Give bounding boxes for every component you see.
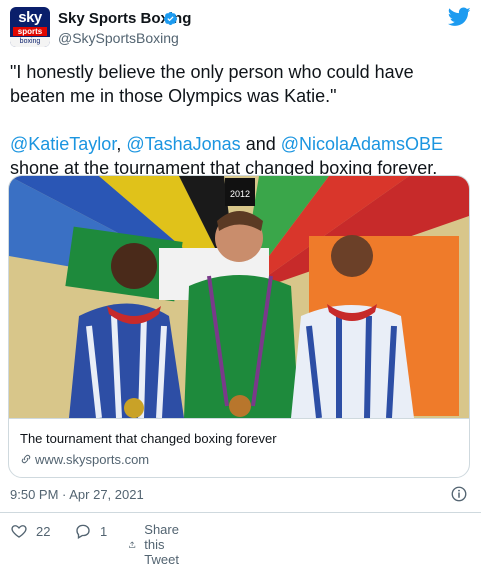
share-button[interactable]: Share this Tweet <box>128 522 189 567</box>
link-card[interactable]: 2012 The tournament that changed boxing … <box>8 175 470 478</box>
reply-icon <box>76 524 90 539</box>
verified-badge-icon <box>163 11 178 26</box>
reply-button[interactable]: 1 <box>74 522 107 540</box>
share-label: Share this Tweet <box>144 522 179 567</box>
account-handle[interactable]: @SkySportsBoxing <box>58 30 179 46</box>
tweet-quote: "I honestly believe the only person who … <box>10 62 414 106</box>
divider <box>0 512 481 513</box>
tweet-mentions-line: @KatieTaylor, @TashaJonas and @NicolaAda… <box>10 132 470 180</box>
card-title[interactable]: The tournament that changed boxing forev… <box>20 431 277 446</box>
card-info[interactable]: The tournament that changed boxing forev… <box>9 418 469 477</box>
tweet-timestamp[interactable]: 9:50 PM · Apr 27, 2021 <box>10 487 144 502</box>
mention-tasha-jonas[interactable]: @TashaJonas <box>126 134 240 154</box>
like-count: 22 <box>36 523 51 539</box>
like-button[interactable]: 22 <box>10 522 50 540</box>
card-image[interactable]: 2012 <box>9 176 469 418</box>
card-domain[interactable]: www.skysports.com <box>20 452 149 467</box>
twitter-bird-icon[interactable] <box>448 7 471 27</box>
reply-count: 1 <box>100 523 108 539</box>
mention-separator: , <box>116 134 127 154</box>
mention-nicola-adams[interactable]: @NicolaAdamsOBE <box>281 134 443 154</box>
heart-icon <box>11 525 27 538</box>
info-icon[interactable] <box>450 485 468 503</box>
avatar-boxing-text: boxing <box>10 37 50 47</box>
link-icon <box>21 454 31 464</box>
avatar-sports-text: sports <box>13 27 47 36</box>
avatar[interactable]: sky sports boxing <box>10 7 50 47</box>
svg-text:2012: 2012 <box>230 189 250 199</box>
share-icon <box>129 540 136 548</box>
tweet-text: "I honestly believe the only person who … <box>10 60 470 180</box>
and-text: and <box>240 134 281 154</box>
mention-katie-taylor[interactable]: @KatieTaylor <box>10 134 116 154</box>
avatar-sky-text: sky <box>18 9 42 26</box>
card-domain-text: www.skysports.com <box>35 452 150 467</box>
